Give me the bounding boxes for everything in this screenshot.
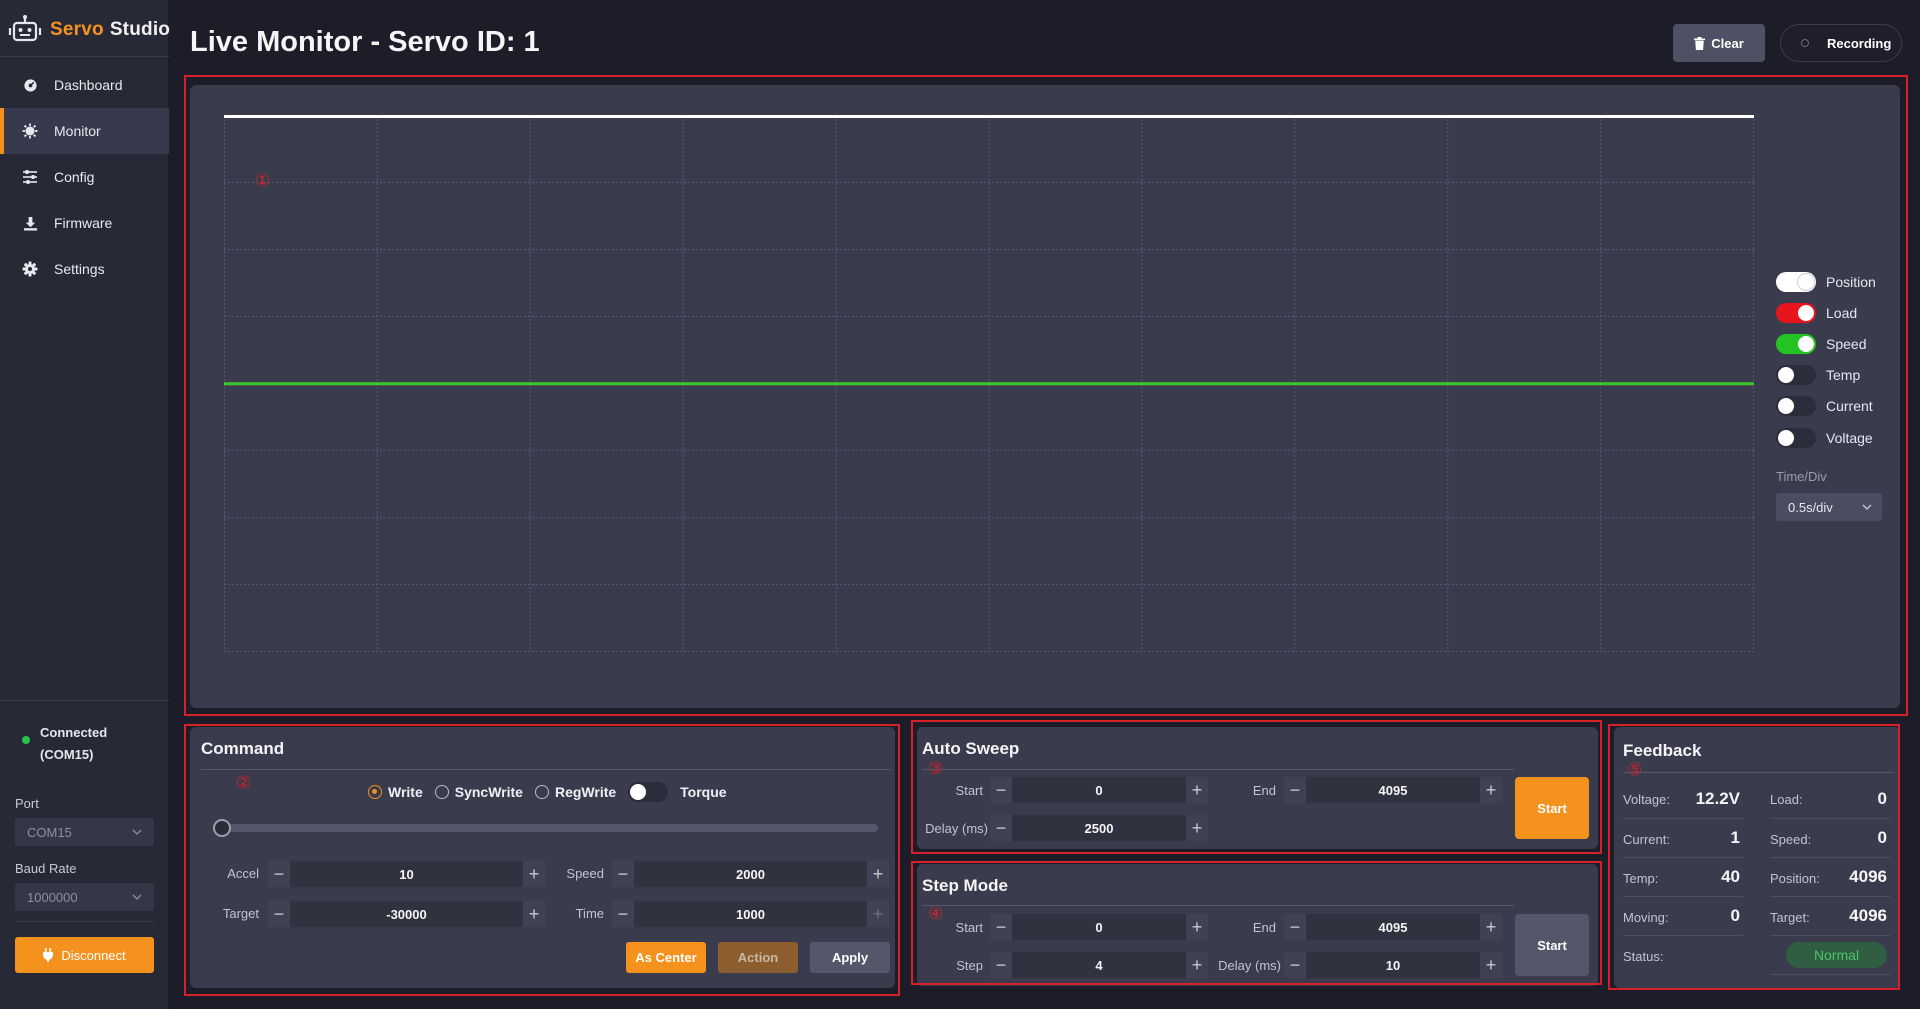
chevron-down-icon: [132, 894, 142, 900]
sidebar-item-config[interactable]: Config: [0, 154, 169, 200]
monitor-icon: [22, 123, 38, 139]
sidebar: Servo Studio Dashboard Monitor Config Fi…: [0, 0, 170, 1009]
sidebar-item-dashboard[interactable]: Dashboard: [0, 62, 169, 108]
page-title: Live Monitor - Servo ID: 1: [190, 26, 540, 58]
disconnect-label: Disconnect: [61, 947, 126, 963]
recording-button[interactable]: Recording: [1780, 24, 1902, 62]
divider: [0, 700, 169, 701]
annotation-frame: [911, 861, 1602, 985]
port-select[interactable]: COM15: [15, 818, 154, 846]
brand: Servo Studio: [8, 14, 170, 46]
record-dot-icon: [1801, 39, 1809, 47]
disconnect-button[interactable]: Disconnect: [15, 937, 154, 973]
robot-logo-icon: [8, 15, 42, 42]
clear-button[interactable]: Clear: [1673, 24, 1765, 62]
baud-rate-label: Baud Rate: [15, 861, 77, 876]
dashboard-icon: [22, 77, 38, 93]
baud-rate-select-value: 1000000: [27, 889, 78, 905]
annotation-frame: [184, 724, 900, 996]
sidebar-item-label: Firmware: [54, 215, 113, 231]
annotation-frame: [911, 720, 1602, 854]
divider: [15, 921, 154, 922]
recording-label: Recording: [1827, 35, 1892, 51]
trash-icon: [1694, 36, 1706, 50]
clear-label: Clear: [1711, 35, 1744, 51]
sidebar-item-label: Settings: [54, 261, 105, 277]
status-dot-icon: [22, 736, 30, 744]
gear-icon: [22, 261, 38, 277]
connection-status: Connected (COM15): [22, 722, 107, 766]
baud-rate-select[interactable]: 1000000: [15, 883, 154, 911]
sidebar-item-firmware[interactable]: Firmware: [0, 200, 169, 246]
download-icon: [22, 215, 38, 231]
chevron-down-icon: [132, 829, 142, 835]
sidebar-item-label: Dashboard: [54, 77, 123, 93]
port-label: Port: [15, 796, 39, 811]
brand-name-studio: Studio: [109, 19, 171, 40]
annotation-frame: [1608, 724, 1900, 990]
port-select-value: COM15: [27, 824, 72, 840]
annotation-frame: [184, 75, 1908, 716]
brand-name-servo: Servo: [50, 19, 104, 40]
plug-icon: [43, 948, 54, 962]
divider: [0, 56, 169, 57]
connection-port-text: (COM15): [40, 747, 94, 762]
sidebar-item-label: Monitor: [54, 123, 101, 139]
sliders-icon: [22, 169, 38, 185]
annotation-marker: ①: [255, 171, 271, 190]
sidebar-item-label: Config: [54, 169, 95, 185]
sidebar-item-monitor[interactable]: Monitor: [0, 108, 169, 154]
sidebar-item-settings[interactable]: Settings: [0, 246, 169, 292]
sidebar-nav: Dashboard Monitor Config Firmware Settin…: [0, 62, 169, 292]
connection-status-text: Connected: [40, 725, 108, 740]
